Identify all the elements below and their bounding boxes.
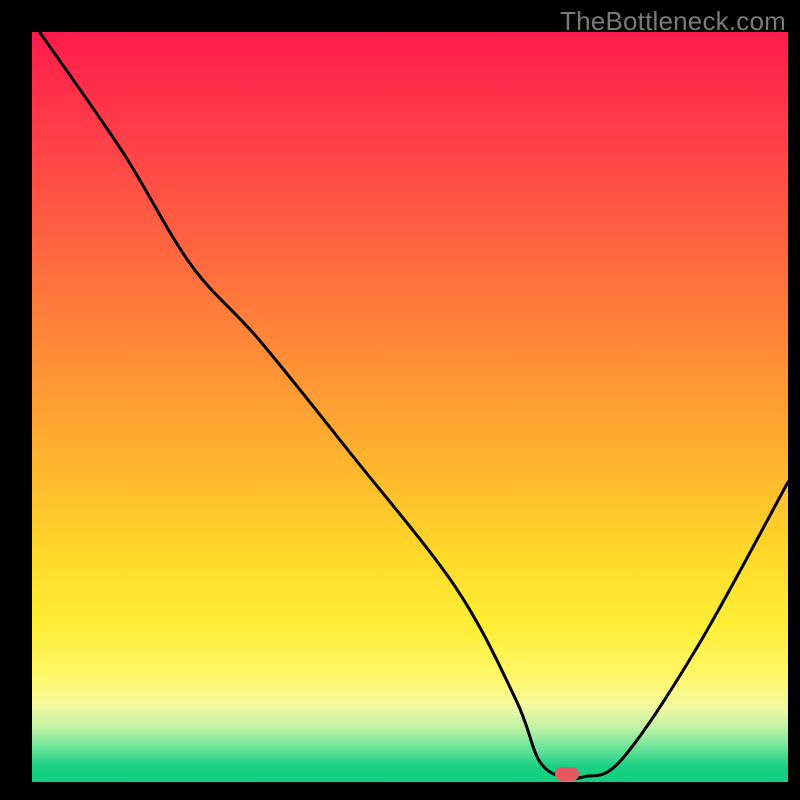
watermark-text: TheBottleneck.com xyxy=(560,6,786,37)
bottleneck-curve xyxy=(32,32,788,782)
optimal-point-marker xyxy=(555,767,579,781)
plot-area xyxy=(32,32,788,782)
chart-frame xyxy=(0,0,800,800)
